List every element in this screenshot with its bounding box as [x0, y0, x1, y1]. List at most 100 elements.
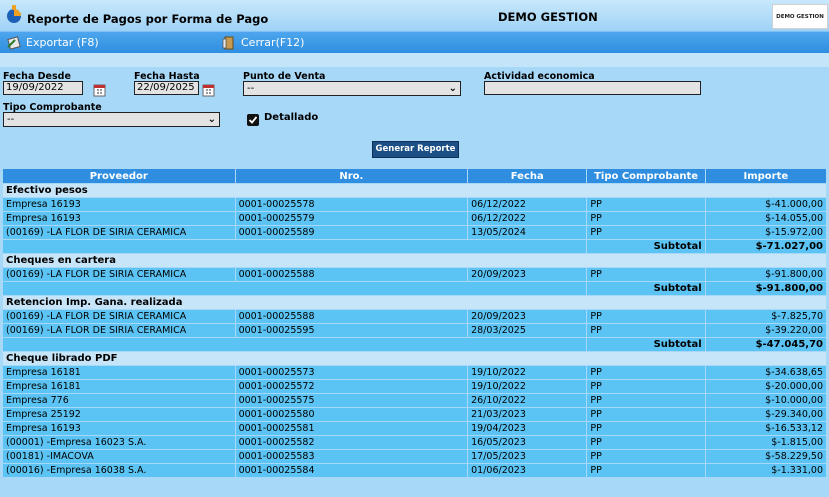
col-header-importe[interactable]: Importe [705, 169, 826, 183]
cell-proveedor: Empresa 16193 [3, 198, 235, 211]
cell-tipo-comprobante: PP [587, 450, 705, 463]
table-row[interactable]: Empresa 16193 0001-00025579 06/12/2022 PP $-… [3, 212, 826, 225]
table-row[interactable]: (00001) -Empresa 16023 S.A. 0001-00025582… [3, 436, 826, 449]
title-bar: Reporte de Pagos por Forma de Pago DEMO … [0, 0, 829, 31]
subtotal-row: Subtotal $-47.045,70 [3, 338, 826, 351]
cell-nro: 0001-00025588 [235, 268, 468, 281]
calendar-icon[interactable] [92, 82, 108, 98]
close-button[interactable]: Cerrar(F12) [221, 34, 304, 51]
col-header-nro[interactable]: Nro. [235, 169, 468, 183]
cell-importe: $-16.533,12 [705, 422, 826, 435]
table-row[interactable]: (00181) -IMACOVA 0001-00025583 17/05/2023 P… [3, 450, 826, 463]
punto-venta-select[interactable]: -- ⌄ [243, 81, 461, 96]
cell-importe: $-58.229,50 [705, 450, 826, 463]
table-row[interactable]: (00169) -LA FLOR DE SIRIA CERAMICA 0001-0… [3, 310, 826, 323]
cell-proveedor: (00016) -Empresa 16038 S.A. [3, 464, 235, 477]
company-name: DEMO GESTION [498, 10, 598, 24]
col-header-proveedor[interactable]: Proveedor [3, 169, 235, 183]
cell-nro: 0001-00025573 [235, 366, 468, 379]
detallado-label: Detallado [264, 112, 319, 123]
subtotal-value: $-71.027,00 [705, 240, 826, 253]
table-row[interactable]: Empresa 25192 0001-00025580 21/03/2023 PP $-… [3, 408, 826, 421]
cell-nro: 0001-00025575 [235, 394, 468, 407]
cell-fecha: 19/10/2022 [468, 380, 587, 393]
checkmark-icon [248, 116, 258, 124]
toolbar: Exportar (F8) Cerrar(F12) [0, 31, 829, 54]
calendar-icon[interactable] [201, 82, 217, 98]
cell-importe: $-34.638,65 [705, 366, 826, 379]
subtotal-row: Subtotal $-71.027,00 [3, 240, 826, 253]
group-name: Retencion Imp. Gana. realizada [3, 296, 826, 309]
tipo-comprobante-select[interactable]: -- ⌄ [3, 112, 220, 127]
cell-proveedor: (00001) -Empresa 16023 S.A. [3, 436, 235, 449]
cell-tipo-comprobante: PP [587, 408, 705, 421]
cell-fecha: 26/10/2022 [468, 394, 587, 407]
cell-fecha: 13/05/2024 [468, 226, 587, 239]
cell-importe: $-91.800,00 [705, 268, 826, 281]
group-header-row: Cheque librado PDF [3, 352, 826, 365]
company-logo: DEMO GESTION [772, 4, 828, 29]
cell-nro: 0001-00025572 [235, 380, 468, 393]
cell-proveedor: Empresa 16181 [3, 366, 235, 379]
cell-importe: $-7.825,70 [705, 310, 826, 323]
toolbar-spacer [0, 53, 829, 67]
company-logo-text: DEMO GESTION [776, 13, 824, 20]
cell-fecha: 06/12/2022 [468, 212, 587, 225]
col-header-tipo-comprobante[interactable]: Tipo Comprobante [587, 169, 705, 183]
chevron-down-icon: ⌄ [207, 114, 216, 125]
group-name: Cheque librado PDF [3, 352, 826, 365]
export-icon [7, 35, 21, 50]
cell-proveedor: Empresa 16181 [3, 380, 235, 393]
col-header-fecha[interactable]: Fecha [468, 169, 587, 183]
cell-tipo-comprobante: PP [587, 226, 705, 239]
subtotal-value: $-47.045,70 [705, 338, 826, 351]
table-row[interactable]: Empresa 776 0001-00025575 26/10/2022 PP $-10… [3, 394, 826, 407]
cell-tipo-comprobante: PP [587, 436, 705, 449]
subtotal-spacer [3, 282, 587, 295]
subtotal-row: Subtotal $-91.800,00 [3, 282, 826, 295]
cell-nro: 0001-00025579 [235, 212, 468, 225]
cell-fecha: 28/03/2025 [468, 324, 587, 337]
group-name: Efectivo pesos [3, 184, 826, 197]
cell-proveedor: (00169) -LA FLOR DE SIRIA CERAMICA [3, 324, 235, 337]
cell-importe: $-29.340,00 [705, 408, 826, 421]
cell-proveedor: (00169) -LA FLOR DE SIRIA CERAMICA [3, 226, 235, 239]
cell-nro: 0001-00025588 [235, 310, 468, 323]
tipo-comprobante-value: -- [7, 114, 15, 125]
generate-report-button[interactable]: Generar Reporte [372, 141, 459, 158]
app-logo-icon [7, 5, 21, 23]
cell-tipo-comprobante: PP [587, 464, 705, 477]
cell-fecha: 17/05/2023 [468, 450, 587, 463]
cell-importe: $-41.000,00 [705, 198, 826, 211]
cell-tipo-comprobante: PP [587, 212, 705, 225]
cell-nro: 0001-00025580 [235, 408, 468, 421]
fecha-hasta-input[interactable]: 22/09/2025 [134, 81, 199, 95]
table-row[interactable]: Empresa 16181 0001-00025572 19/10/2022 PP $-… [3, 380, 826, 393]
table-row[interactable]: (00169) -LA FLOR DE SIRIA CERAMICA 0001-0… [3, 324, 826, 337]
fecha-desde-input[interactable]: 19/09/2022 [3, 81, 83, 95]
subtotal-label: Subtotal [587, 240, 705, 253]
table-row[interactable]: Empresa 16193 0001-00025581 19/04/2023 PP $-… [3, 422, 826, 435]
punto-venta-value: -- [247, 83, 255, 94]
table-row[interactable]: (00169) -LA FLOR DE SIRIA CERAMICA 0001-0… [3, 268, 826, 281]
cell-nro: 0001-00025595 [235, 324, 468, 337]
table-header-row: Proveedor Nro. Fecha Tipo Comprobante Im… [3, 169, 826, 183]
actividad-input[interactable] [484, 81, 701, 95]
subtotal-label: Subtotal [587, 338, 705, 351]
cell-fecha: 19/10/2022 [468, 366, 587, 379]
cell-proveedor: Empresa 16193 [3, 422, 235, 435]
group-header-row: Efectivo pesos [3, 184, 826, 197]
table-row[interactable]: Empresa 16181 0001-00025573 19/10/2022 PP $-… [3, 366, 826, 379]
cell-importe: $-10.000,00 [705, 394, 826, 407]
cell-tipo-comprobante: PP [587, 366, 705, 379]
detallado-checkbox[interactable] [247, 114, 259, 126]
table-row[interactable]: (00016) -Empresa 16038 S.A. 0001-00025584… [3, 464, 826, 477]
export-button[interactable]: Exportar (F8) [6, 34, 99, 51]
cell-fecha: 20/09/2023 [468, 268, 587, 281]
cell-importe: $-20.000,00 [705, 380, 826, 393]
cell-importe: $-14.055,00 [705, 212, 826, 225]
cell-tipo-comprobante: PP [587, 198, 705, 211]
table-row[interactable]: Empresa 16193 0001-00025578 06/12/2022 PP $-… [3, 198, 826, 211]
table-row[interactable]: (00169) -LA FLOR DE SIRIA CERAMICA 0001-0… [3, 226, 826, 239]
cell-tipo-comprobante: PP [587, 380, 705, 393]
